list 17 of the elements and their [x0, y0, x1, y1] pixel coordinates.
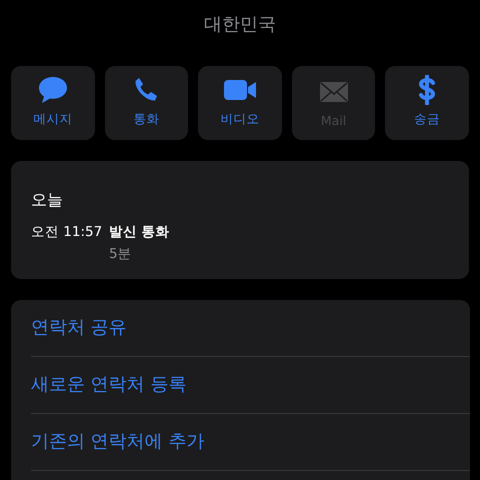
video-camera-icon	[222, 79, 257, 101]
option-link[interactable]: 기존의 연락처에 추가	[31, 414, 470, 471]
speech-bubble-icon	[38, 76, 68, 104]
call-duration: 5분	[109, 245, 133, 263]
option-link[interactable]: 새로운 연락처 등록	[31, 357, 470, 414]
envelope-icon	[318, 81, 349, 103]
message-button[interactable]: 메시지	[11, 66, 95, 140]
money-button[interactable]: 송금	[385, 66, 469, 140]
day-heading: 오늘	[31, 189, 64, 211]
country-label: 대한민국	[204, 14, 276, 35]
video-button[interactable]: 비디오	[198, 66, 282, 140]
option-link[interactable]: 연락처 공유	[31, 300, 470, 357]
call-type: 발신 통화	[109, 223, 171, 241]
phone-button[interactable]: 통화	[104, 66, 188, 140]
call-time: 오전 11:57	[31, 223, 104, 241]
phone-icon	[133, 77, 160, 103]
dollar-sign-icon	[417, 75, 438, 105]
